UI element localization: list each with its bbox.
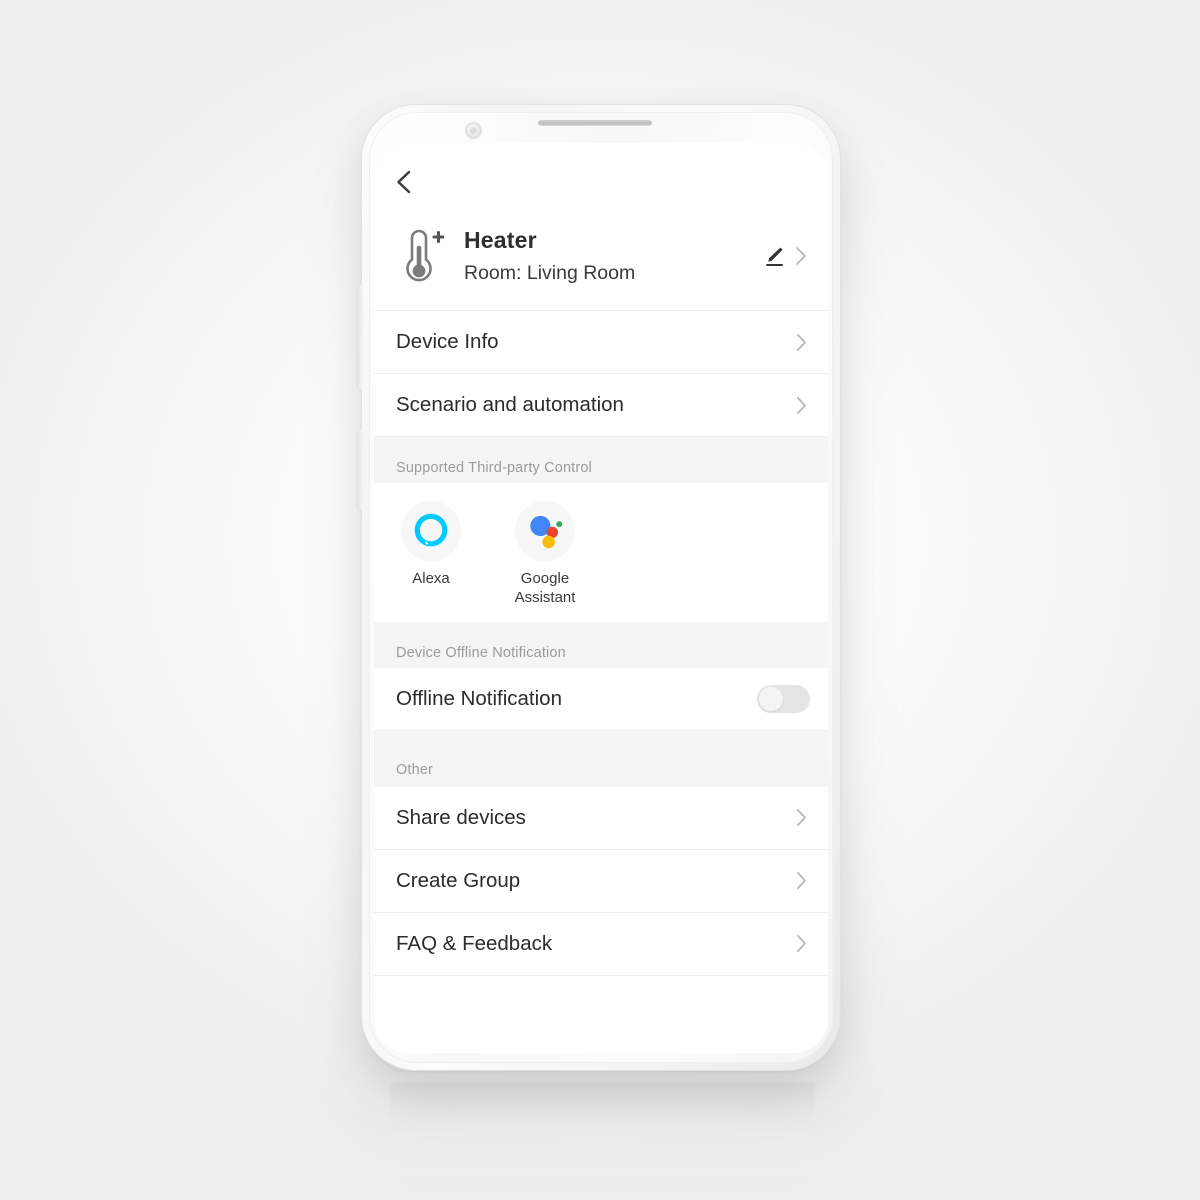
third-party-label-line2: Assistant <box>514 588 576 606</box>
device-header[interactable]: Heater Room: Living Room <box>374 218 828 311</box>
offline-notification-toggle[interactable] <box>757 684 810 713</box>
chevron-right-icon <box>793 393 810 418</box>
row-faq-feedback[interactable]: FAQ & Feedback <box>374 912 828 976</box>
row-scenario-and-automation[interactable]: Scenario and automation <box>374 374 828 437</box>
top-bar <box>374 143 828 218</box>
front-camera-icon <box>466 123 481 138</box>
device-header-actions <box>762 243 810 269</box>
row-label: Share devices <box>396 805 526 829</box>
section-header-other: Other <box>374 730 828 787</box>
power-button[interactable] <box>358 430 363 510</box>
chevron-right-icon <box>793 805 810 830</box>
row-label: Scenario and automation <box>396 393 624 416</box>
device-room: Room: Living Room <box>464 261 636 284</box>
third-party-label-line1: Google <box>520 570 570 587</box>
row-offline-notification[interactable]: Offline Notification <box>374 667 828 731</box>
screen-filler <box>374 975 828 1053</box>
chevron-right-icon <box>793 868 810 893</box>
thermometer-plus-icon <box>396 224 445 288</box>
row-label: Create Group <box>396 868 521 892</box>
section-header-third-party: Supported Third-party Control <box>374 437 828 483</box>
third-party-label: Google Assistant <box>515 570 576 608</box>
pencil-icon[interactable] <box>762 244 786 268</box>
third-party-item-alexa[interactable]: Alexa <box>374 501 488 608</box>
volume-button[interactable] <box>358 285 363 390</box>
phone-frame: Heater Room: Living Room Device Info Sce… <box>358 105 840 1070</box>
third-party-list: Alexa Google Assistant <box>374 483 828 622</box>
chevron-right-icon <box>793 931 810 956</box>
row-label: Offline Notification <box>396 686 562 710</box>
row-create-group[interactable]: Create Group <box>374 849 828 913</box>
third-party-item-google-assistant[interactable]: Google Assistant <box>488 501 602 608</box>
phone-reflection <box>390 1082 814 1192</box>
device-text-block: Heater Room: Living Room <box>464 227 762 285</box>
row-share-devices[interactable]: Share devices <box>374 786 828 850</box>
toggle-knob <box>759 686 783 711</box>
alexa-icon <box>401 501 461 561</box>
chevron-right-icon[interactable] <box>792 243 810 269</box>
row-device-info[interactable]: Device Info <box>374 311 828 374</box>
row-label: FAQ & Feedback <box>396 931 553 955</box>
google-assistant-icon <box>515 501 575 561</box>
chevron-left-icon[interactable] <box>390 167 420 197</box>
earpiece-speaker <box>538 120 652 126</box>
chevron-right-icon <box>793 330 810 355</box>
device-name: Heater <box>464 227 537 254</box>
phone-screen: Heater Room: Living Room Device Info Sce… <box>374 143 828 1053</box>
row-label: Device Info <box>396 330 499 353</box>
section-header-offline-notification: Device Offline Notification <box>374 621 828 668</box>
third-party-label: Alexa <box>412 570 450 587</box>
